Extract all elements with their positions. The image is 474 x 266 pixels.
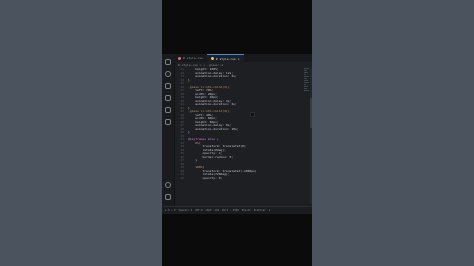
status-item[interactable]: CRLF	[206, 209, 212, 212]
status-item[interactable]: CSS	[215, 209, 220, 212]
status-item[interactable]: Spaces: 4	[179, 209, 193, 212]
settings-gear-icon[interactable]	[165, 194, 171, 200]
left-backdrop	[0, 0, 162, 266]
scrollbar-thumb[interactable]	[310, 98, 312, 128]
explorer-icon[interactable]	[165, 59, 171, 65]
status-bar: ⊗ 0 ⚠ 0 Spaces: 4 UTF-8 CRLF CSS Port : 5500 E…	[162, 206, 312, 214]
code-text: }	[188, 158, 198, 162]
file-type-icon	[210, 57, 214, 60]
mouse-cursor	[250, 112, 255, 117]
status-item[interactable]: UTF-8	[195, 209, 203, 212]
source-control-icon[interactable]	[165, 83, 171, 89]
code-editor-window: # style.css # style.css × # style.css > …	[162, 54, 312, 214]
status-item[interactable]: ESLint	[242, 209, 251, 212]
vertical-scrollbar[interactable]	[310, 68, 312, 204]
code-text: opacity: 0;	[188, 175, 223, 180]
extensions-icon[interactable]	[165, 107, 171, 113]
close-icon[interactable]: ×	[238, 55, 240, 63]
run-debug-icon[interactable]	[165, 95, 171, 101]
tab-label: # style.css	[183, 56, 203, 60]
editor-tabs: # style.css # style.css ×	[174, 54, 312, 62]
tab-style-css-1[interactable]: # style.css	[174, 54, 207, 62]
remote-icon[interactable]	[165, 119, 171, 125]
account-icon[interactable]	[165, 182, 171, 188]
code-text: animation-duration: 2s;	[188, 102, 237, 106]
status-item[interactable]: Prettier	[254, 209, 266, 212]
line-number: 42	[180, 175, 184, 180]
status-item[interactable]: Port : 5500	[222, 209, 239, 212]
tab-style-css-2[interactable]: # style.css ×	[206, 54, 244, 63]
code-line[interactable]: 42 opacity: 0;	[174, 175, 304, 181]
code-area[interactable]: 11 height: 100%; 12 animation-delay: 12s;…	[174, 68, 304, 204]
status-item[interactable]: ⇅	[269, 209, 271, 212]
code-text: animation-duration: 2s;	[188, 74, 237, 78]
search-icon[interactable]	[165, 71, 171, 77]
code-text: }	[188, 130, 190, 134]
code-text: animation-duration: 18s;	[188, 126, 239, 131]
file-type-icon	[178, 56, 181, 60]
right-backdrop	[312, 0, 474, 266]
code-text: }	[188, 77, 190, 82]
status-item[interactable]: ⊗ 0 ⚠ 0	[165, 209, 176, 212]
